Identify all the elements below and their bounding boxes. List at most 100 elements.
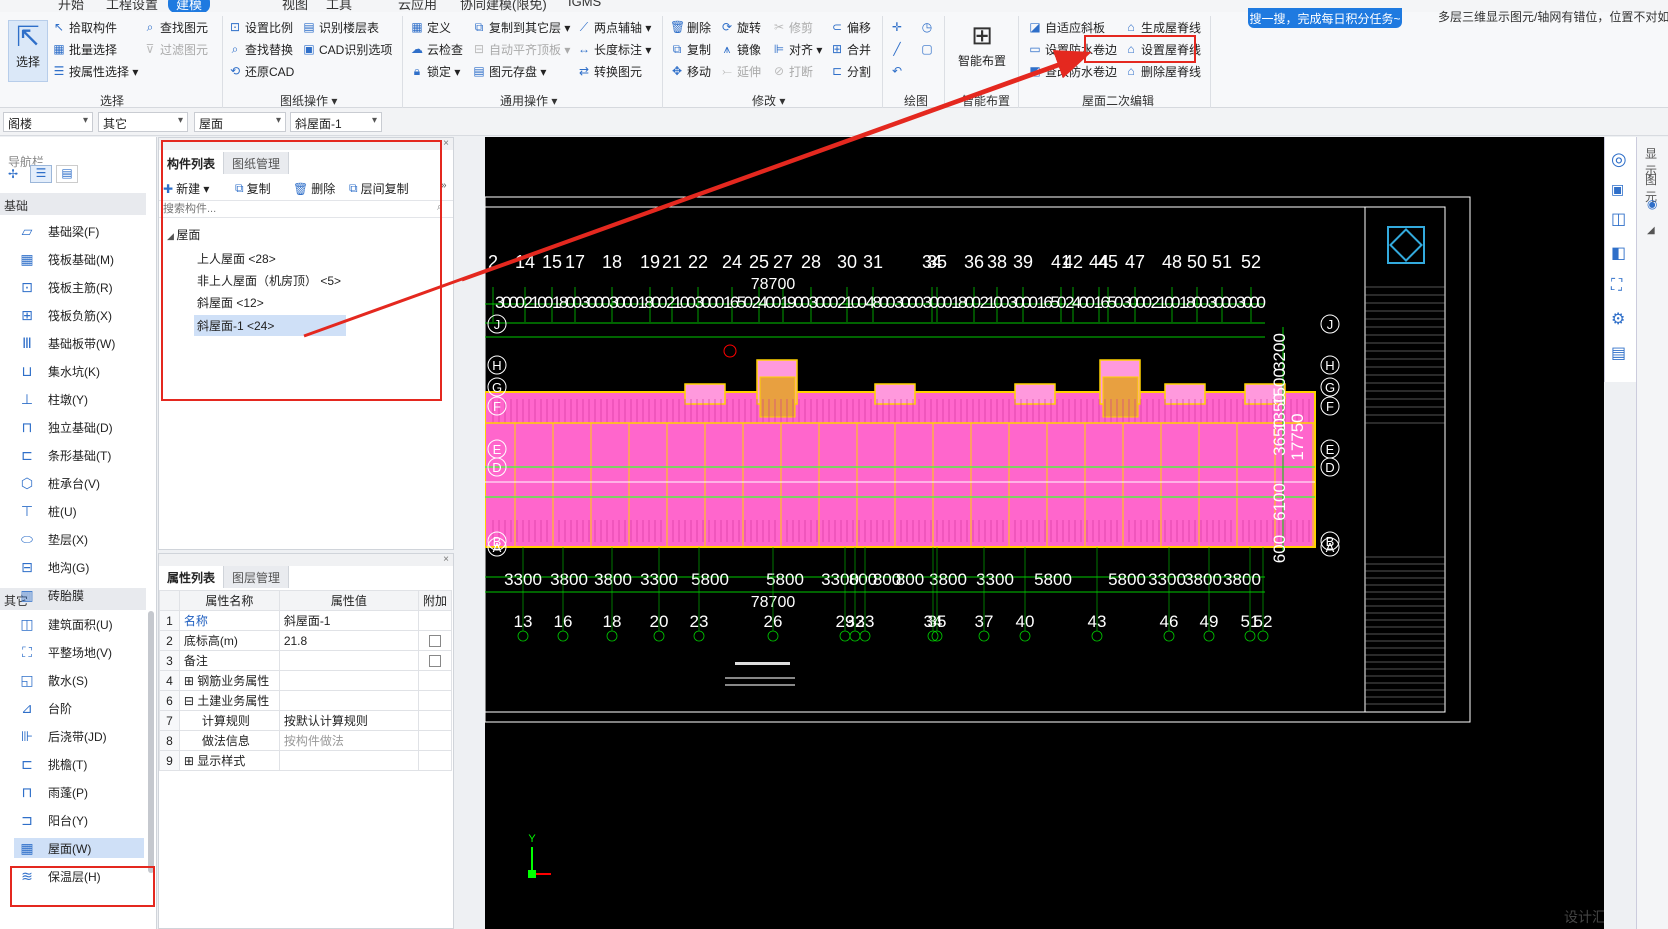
property-row[interactable]: 9 ⊞ 显示样式 <box>159 750 453 771</box>
panel-close-icon[interactable]: × <box>159 554 453 566</box>
generate-ridge-button[interactable]: ⌂ 生成屋脊线 <box>1124 18 1201 36</box>
menu-tab-view[interactable]: 视图 <box>282 0 308 12</box>
3d-view-icon[interactable]: ▣ <box>1611 181 1624 198</box>
radio-selected-icon[interactable]: ◉ <box>1647 197 1657 211</box>
extra-checkbox-cell[interactable] <box>417 610 453 631</box>
tab-drawing-management[interactable]: 图纸管理 <box>224 152 290 174</box>
draw-arc-button[interactable]: ◷ <box>920 18 937 36</box>
split-button[interactable]: ⊏ 分割 <box>830 62 871 80</box>
cloud-check-button[interactable]: ☁ 云检查 <box>410 40 463 58</box>
align-button[interactable]: ⊫ 对齐 ▾ <box>772 40 823 58</box>
nav-item[interactable]: ≋ 保温层(H) <box>18 866 101 886</box>
nav-item[interactable]: ⊥ 柱墩(Y) <box>18 389 88 409</box>
cad-canvas[interactable]: 2 14 15 17 18 19 21 22 24 25 27 28 30 31 34 35 36 38 39 41 4… <box>485 137 1604 929</box>
property-value[interactable]: 斜屋面-1 <box>278 610 419 631</box>
list-view-icon[interactable]: ☰ <box>30 165 52 183</box>
extra-checkbox-cell[interactable] <box>417 730 453 751</box>
tab-layer-management[interactable]: 图层管理 <box>224 566 290 588</box>
restore-cad-button[interactable]: ⟲ 还原CAD <box>228 62 294 80</box>
menu-tab-collab[interactable]: 协同建模(限免) <box>460 0 547 12</box>
draw-line-button[interactable]: ╱ <box>890 40 907 58</box>
property-row[interactable]: 7 计算规则 按默认计算规则 <box>159 710 453 731</box>
tree-item[interactable]: 上人屋面 <28> <box>197 250 276 267</box>
nav-item-selected[interactable]: ▦ 屋面(W) <box>14 838 144 858</box>
category-select[interactable]: 其它 <box>98 112 188 132</box>
batch-select-button[interactable]: ▦ 批量选择 <box>52 40 117 58</box>
merge-button[interactable]: ⊞ 合并 <box>830 40 871 58</box>
convert-element-button[interactable]: ⇄ 转换图元 <box>577 62 642 80</box>
offset-button[interactable]: ⊂ 偏移 <box>830 18 871 36</box>
nav-group-foundation[interactable]: 基础 <box>0 193 146 215</box>
nav-item[interactable]: ▦ 筏板基础(M) <box>18 249 114 269</box>
tab-property-list[interactable]: 属性列表 <box>159 566 225 588</box>
menu-tab-start[interactable]: 开始 <box>58 0 84 12</box>
tree-item[interactable]: 非上人屋面（机房顶） <5> <box>197 272 341 289</box>
property-row[interactable]: 2 底标高(m) 21.8 <box>159 630 453 651</box>
component-select[interactable]: 斜屋面-1 <box>290 112 382 132</box>
tree-item-selected[interactable]: 斜屋面-1 <24> <box>194 315 346 336</box>
orbit-icon[interactable]: ◎ <box>1611 149 1627 170</box>
property-value[interactable] <box>278 650 419 671</box>
menu-tab-cloud[interactable]: 云应用 <box>398 0 437 12</box>
new-component-button[interactable]: ✚ 新建 ▾ <box>163 180 209 197</box>
settings-view-icon[interactable]: ⚙︎ <box>1611 309 1625 329</box>
type-select[interactable]: 屋面 <box>194 112 286 132</box>
nav-item[interactable]: ⬡ 桩承台(V) <box>18 473 100 493</box>
define-button[interactable]: ▦ 定义 <box>410 18 451 36</box>
menu-tab-tools[interactable]: 工具 <box>326 0 352 12</box>
select-button[interactable]: ⇱ 选择 <box>8 20 48 82</box>
nav-item[interactable]: ▥ 砖胎膜 <box>18 585 84 605</box>
set-ridge-button[interactable]: ⌂ 设置屋脊线 <box>1124 40 1201 58</box>
nav-item[interactable]: ⊓ 独立基础(D) <box>18 417 113 437</box>
extra-checkbox-cell[interactable] <box>417 670 453 691</box>
property-row[interactable]: 4 ⊞ 钢筋业务属性 <box>159 670 453 691</box>
extra-checkbox[interactable] <box>428 655 441 668</box>
layers-icon[interactable]: ◧ <box>1611 243 1626 263</box>
draw-rect-button[interactable]: ▢ <box>920 40 937 58</box>
nav-item[interactable]: ⬭ 垫层(X) <box>18 529 88 549</box>
property-value[interactable]: 21.8 <box>278 630 419 651</box>
property-value[interactable] <box>278 690 419 711</box>
mirror-button[interactable]: ⩚ 镜像 <box>720 40 761 58</box>
auto-flush-slab-button[interactable]: ⊟ 自动平齐顶板 ▾ <box>472 40 570 58</box>
filter-element-button[interactable]: ⊽ 过滤图元 <box>143 40 208 58</box>
nav-item[interactable]: ⊟ 地沟(G) <box>18 557 89 577</box>
tree-item[interactable]: 斜屋面 <12> <box>197 294 264 311</box>
copy-component-button[interactable]: ⧉ 复制 <box>235 180 271 197</box>
nav-item[interactable]: ▱ 基础梁(F) <box>18 221 100 241</box>
nav-item[interactable]: Ⅲ 基础板带(W) <box>18 333 115 353</box>
rotate-button[interactable]: ⟳ 旋转 <box>720 18 761 36</box>
select-by-property-button[interactable]: ☰ 按属性选择 ▾ <box>52 62 139 80</box>
extra-checkbox-cell[interactable] <box>417 690 453 711</box>
nav-item[interactable]: ⊿ 台阶 <box>18 698 72 718</box>
move-button[interactable]: ✥ 移动 <box>670 62 711 80</box>
extra-checkbox-cell[interactable] <box>417 710 453 731</box>
interfloor-copy-button[interactable]: ⧉ 层间复制 <box>349 180 409 197</box>
property-row[interactable]: 1 名称 斜屋面-1 <box>159 610 453 631</box>
draw-point-button[interactable]: ✛ <box>890 18 907 36</box>
menu-tab-igms[interactable]: IGMS <box>568 0 601 9</box>
nav-item[interactable]: ⊪ 后浇带(JD) <box>18 726 107 746</box>
floor-select[interactable]: 阁楼 <box>3 112 93 132</box>
draw-curve-button[interactable]: ↶ <box>890 62 907 80</box>
tab-component-list[interactable]: 构件列表 <box>159 152 225 174</box>
copy-button[interactable]: ⧉ 复制 <box>670 40 711 58</box>
property-row[interactable]: 8 做法信息 按构件做法 <box>159 730 453 751</box>
tree-root[interactable]: ◢ 屋面 <box>167 226 200 243</box>
menu-tab-project-settings[interactable]: 工程设置 <box>106 0 158 12</box>
cube-icon[interactable]: ◫ <box>1611 209 1626 229</box>
nav-item[interactable]: ⊤ 桩(U) <box>18 501 77 521</box>
nav-item[interactable]: ⊞ 筏板负筋(X) <box>18 305 112 325</box>
property-row[interactable]: 6 ⊟ 土建业务属性 <box>159 690 453 711</box>
property-value[interactable] <box>278 750 419 771</box>
promo-banner[interactable]: 搜一搜，完成每日积分任务~ <box>1248 8 1402 28</box>
find-replace-button[interactable]: ⌕ 查找替换 <box>228 40 293 58</box>
delete-component-button[interactable]: 🗑︎ 删除 <box>293 180 335 197</box>
report-icon[interactable]: ▤ <box>1611 343 1626 363</box>
adaptive-slope-button[interactable]: ◪ 自适应斜板 <box>1028 18 1105 36</box>
edit-waterproof-edge-button[interactable]: ◩ 查改防水卷边 <box>1028 62 1117 80</box>
delete-button[interactable]: 🗑︎ 删除 <box>670 18 711 36</box>
two-point-axis-button[interactable]: ⟋ 两点辅轴 ▾ <box>577 18 652 36</box>
panel-close-icon[interactable]: × <box>159 138 453 150</box>
find-element-button[interactable]: ⌕ 查找图元 <box>143 18 208 36</box>
